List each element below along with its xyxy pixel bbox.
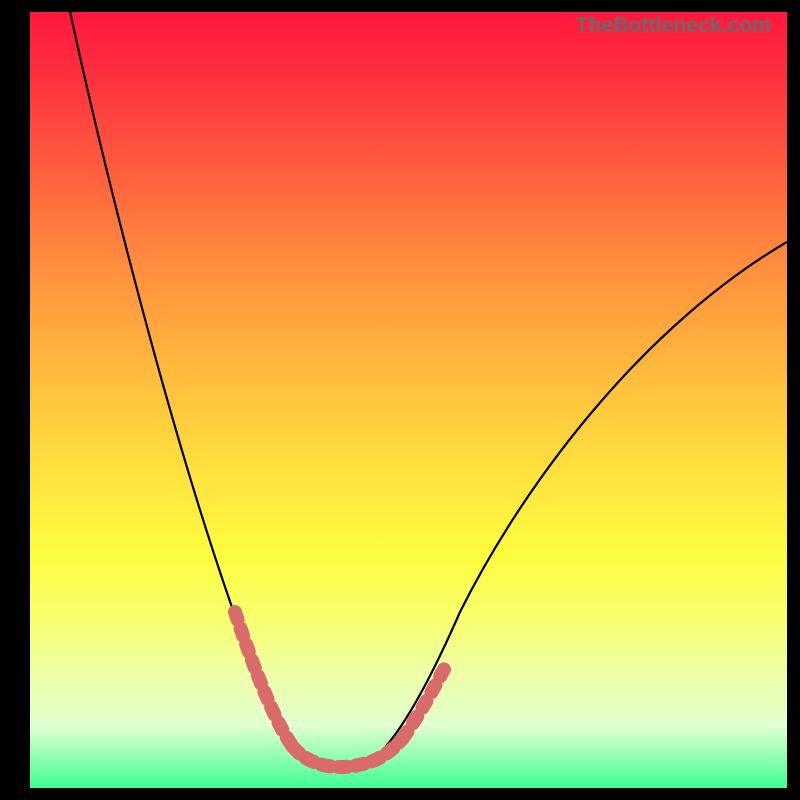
chart-plot-area: TheBottleneck.com <box>30 12 787 788</box>
curve-line <box>68 12 787 768</box>
highlight-segment-bottom <box>293 738 403 767</box>
bottleneck-curve <box>30 12 787 788</box>
highlight-segment-right <box>403 662 448 738</box>
highlight-segment-left <box>235 612 293 747</box>
